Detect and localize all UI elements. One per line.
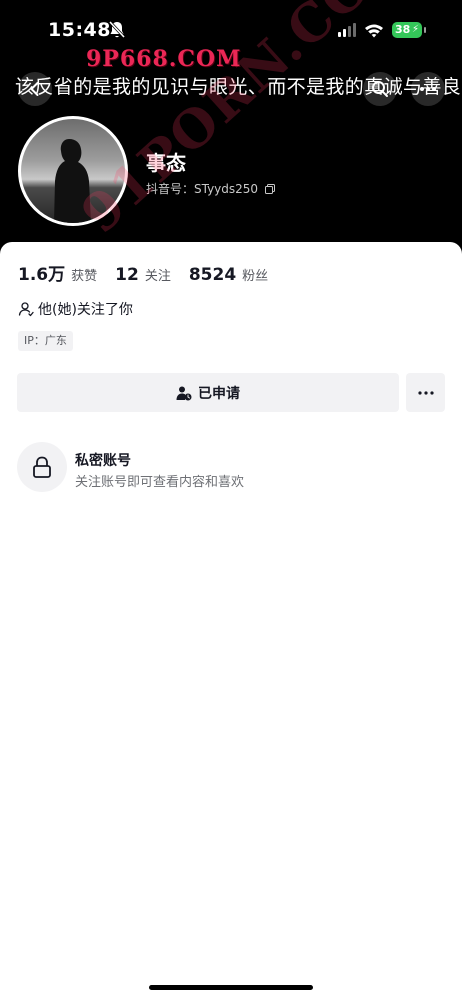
stat-likes[interactable]: 1.6万 获赞 [18, 260, 97, 285]
copy-icon[interactable] [265, 183, 276, 194]
stat-following[interactable]: 12 关注 [115, 265, 171, 285]
more-actions-button[interactable] [406, 373, 445, 412]
battery-level: 38 [395, 23, 411, 36]
lock-badge [17, 442, 67, 492]
wifi-icon [365, 24, 383, 37]
profile-card: 1.6万 获赞 12 关注 8524 粉丝 他(她)关注了你 IP：广东 已申请 [0, 242, 462, 1000]
stat-followers-label: 粉丝 [242, 269, 269, 284]
stat-followers-count: 8524 [188, 265, 237, 285]
status-time: 15:48 [48, 19, 111, 41]
applied-button[interactable]: 已申请 [17, 373, 399, 412]
stat-following-count: 12 [115, 265, 139, 285]
private-account-title: 私密账号 [75, 453, 131, 469]
follows-you-text: 他(她)关注了你 [38, 302, 133, 318]
private-account-notice: 私密账号 关注账号即可查看内容和喜欢 [17, 442, 447, 494]
more-options-button[interactable] [411, 72, 445, 106]
back-button[interactable] [18, 72, 52, 106]
applied-button-label: 已申请 [198, 385, 240, 402]
home-indicator[interactable] [149, 985, 313, 990]
stat-likes-count: 1.6万 [18, 265, 66, 285]
more-horizontal-icon [417, 390, 434, 395]
battery-icon: 38 ⚡ [392, 22, 426, 38]
stats-row: 1.6万 获赞 12 关注 8524 粉丝 [18, 260, 286, 285]
chevron-left-icon [30, 82, 39, 96]
user-icon [18, 302, 34, 317]
follows-you-row: 他(她)关注了你 [18, 299, 133, 319]
more-icon [420, 87, 436, 91]
bell-muted-icon [108, 20, 126, 39]
stat-followers[interactable]: 8524 粉丝 [189, 265, 268, 285]
private-account-subtitle: 关注账号即可查看内容和喜欢 [75, 475, 245, 490]
user-pending-icon [176, 386, 192, 400]
ip-location-tag: IP：广东 [18, 331, 73, 351]
stat-likes-label: 获赞 [71, 269, 98, 284]
lock-icon [33, 456, 51, 478]
search-icon [372, 81, 388, 97]
search-button[interactable] [363, 72, 397, 106]
stat-following-label: 关注 [144, 269, 171, 284]
